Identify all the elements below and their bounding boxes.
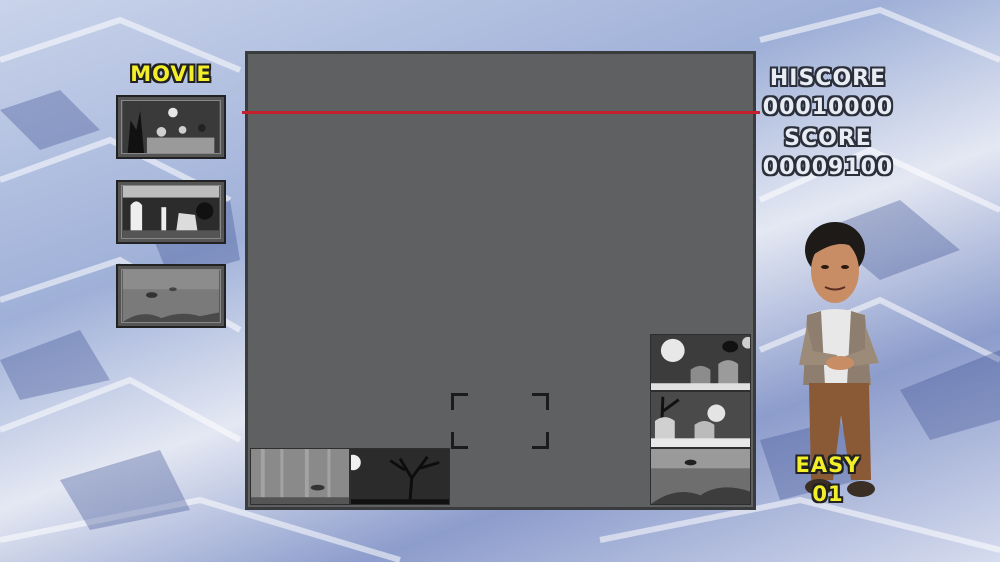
- halloween-scene-icon: [122, 101, 220, 153]
- block-halloween: [650, 334, 751, 391]
- movie-thumbnail-3[interactable]: [116, 264, 226, 328]
- block-underwater-2: [650, 448, 751, 505]
- selection-cursor[interactable]: [451, 393, 549, 449]
- hiscore-value: 00010000: [762, 95, 894, 120]
- cursor-corner-tr: [532, 393, 549, 410]
- block-graveyard: [650, 391, 751, 448]
- limit-line: [242, 111, 760, 114]
- underwater-scene-icon: [122, 270, 220, 322]
- cursor-corner-br: [532, 432, 549, 449]
- movie-thumbnail-1[interactable]: [116, 95, 226, 159]
- block-moon-tree: [350, 448, 450, 505]
- level-number: 01: [812, 482, 844, 506]
- cursor-corner-tl: [451, 393, 468, 410]
- difficulty-label: EASY: [795, 453, 861, 477]
- movie-title: MOVIE: [130, 62, 212, 86]
- ghost-scene-icon: [122, 186, 220, 238]
- score-value: 00009100: [762, 155, 894, 180]
- movie-thumbnail-2[interactable]: [116, 180, 226, 244]
- cursor-corner-bl: [451, 432, 468, 449]
- score-label: SCORE: [784, 126, 872, 151]
- hiscore-label: HISCORE: [769, 66, 887, 91]
- block-underwater-1: [250, 448, 350, 505]
